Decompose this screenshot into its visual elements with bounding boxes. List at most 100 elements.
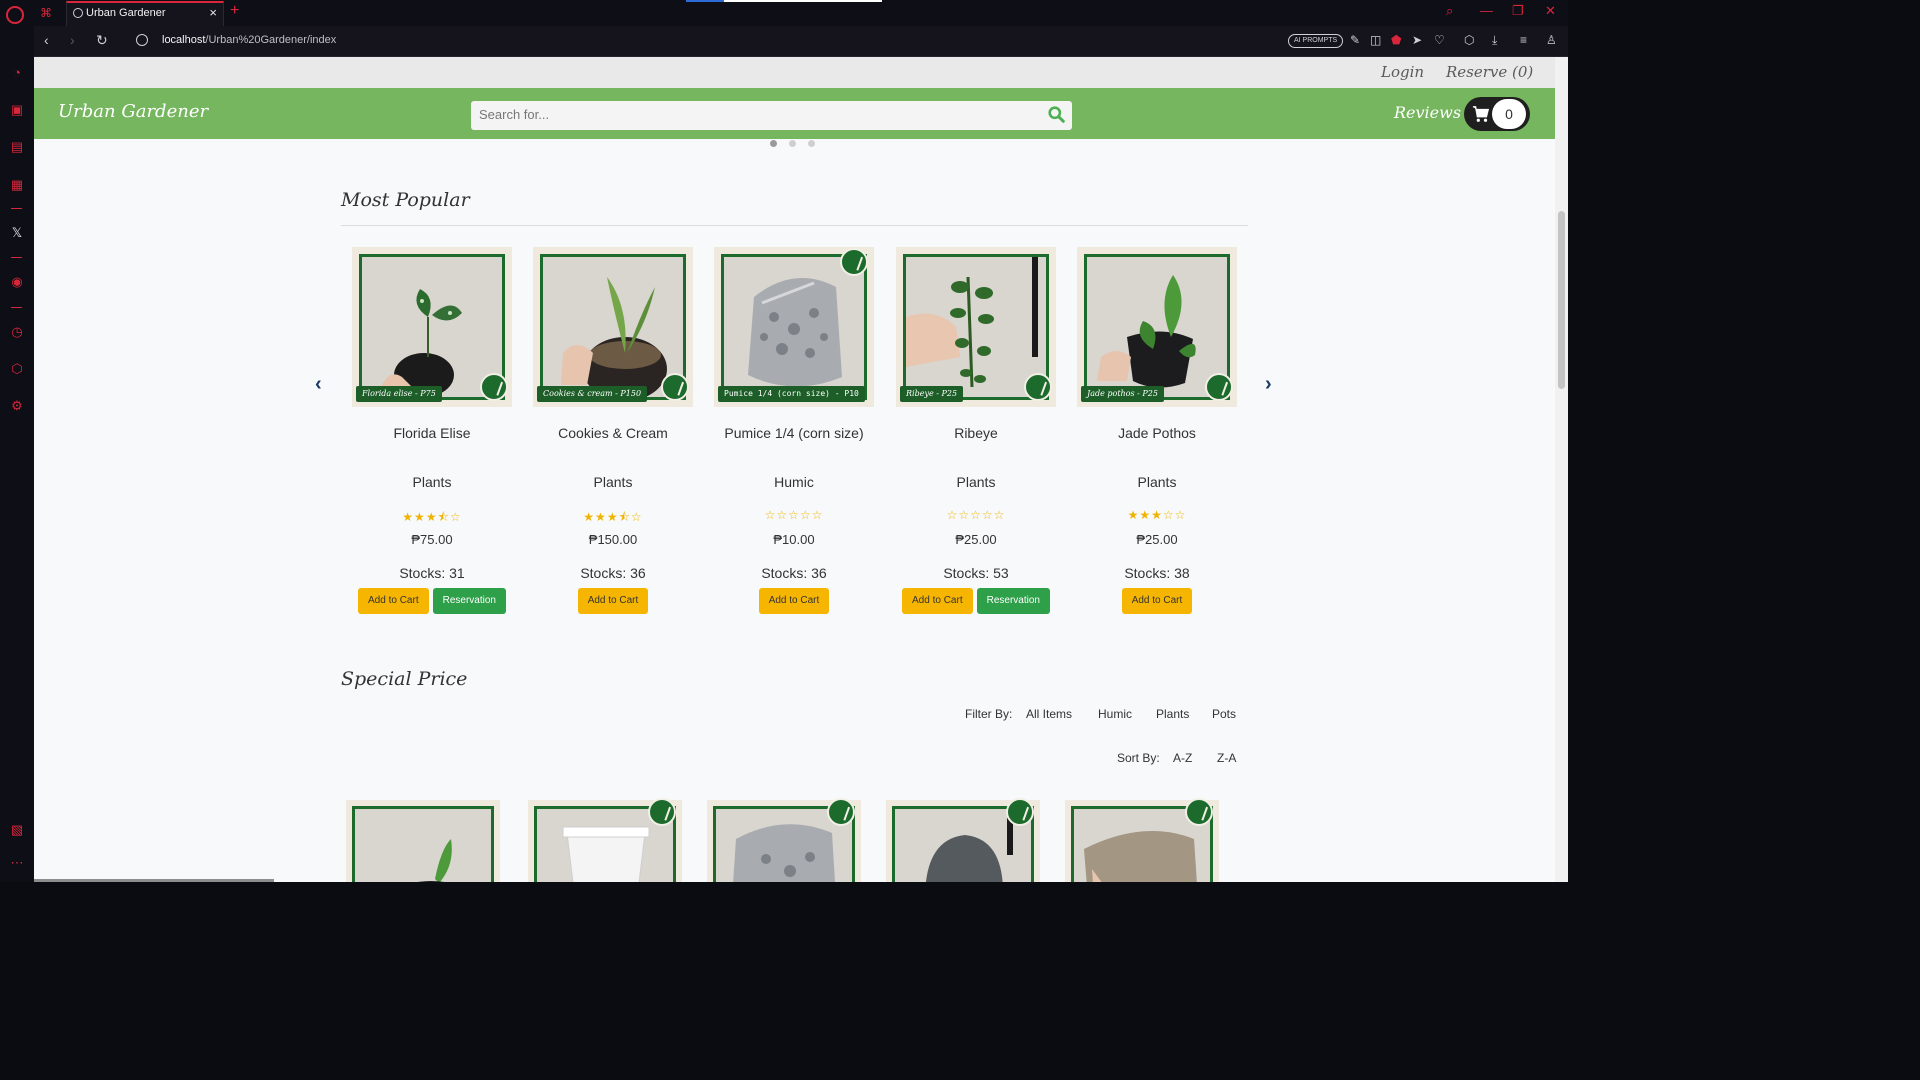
restore-icon[interactable]: ❐ xyxy=(1512,3,1524,19)
filter-plants[interactable]: Plants xyxy=(1156,707,1189,721)
product-stock: Stocks: 31 xyxy=(399,565,465,581)
product-image[interactable]: Pumice 1/4 (corn size) - P10 xyxy=(714,247,874,407)
search-input[interactable] xyxy=(479,107,1039,122)
special-product-card[interactable] xyxy=(886,798,1040,882)
bag-icon[interactable]: ▣ xyxy=(9,102,25,118)
product-card: Cookies & cream - P150 Cookies & Cream P… xyxy=(533,247,693,622)
add-to-cart-button[interactable]: Add to Cart xyxy=(577,588,649,614)
product-name[interactable]: Cookies & Cream xyxy=(513,425,713,441)
product-image[interactable]: Ribeye - P25 xyxy=(896,247,1056,407)
more-icon[interactable]: ⋯ xyxy=(9,855,25,871)
tab-close-icon[interactable]: × xyxy=(209,5,217,20)
vertical-scrollbar[interactable] xyxy=(1555,57,1568,882)
gamepad-icon[interactable]: ⌘ xyxy=(40,6,52,20)
product-image[interactable]: Cookies & cream - P150 xyxy=(533,247,693,407)
brand-badge-icon xyxy=(480,373,508,401)
add-to-cart-button[interactable]: Add to Cart xyxy=(758,588,830,614)
reload-icon[interactable]: ↻ xyxy=(96,32,108,49)
page-loading-bar xyxy=(686,0,882,2)
plant-photo-icon xyxy=(417,839,452,882)
settings-gear-icon[interactable]: ⚙ xyxy=(9,398,25,414)
edit-icon[interactable]: ✎ xyxy=(1350,33,1360,47)
special-product-card[interactable] xyxy=(528,798,682,882)
reviews-link[interactable]: Reviews xyxy=(1394,103,1461,122)
web-page: Login Reserve (0) Urban Gardener Reviews… xyxy=(34,57,1555,882)
sort-a-z[interactable]: A-Z xyxy=(1173,751,1192,765)
menu-icon[interactable]: ≡ xyxy=(1520,33,1527,47)
product-actions: Add to Cart Reservation xyxy=(342,588,522,614)
scrollbar-thumb[interactable] xyxy=(1558,211,1565,389)
plant-photo-icon xyxy=(382,289,462,397)
add-to-cart-button[interactable]: Add to Cart xyxy=(1121,588,1193,614)
browser-tab[interactable]: Urban Gardener × xyxy=(66,1,224,26)
add-to-cart-button[interactable]: Add to Cart xyxy=(902,588,973,614)
reservation-button[interactable]: Reservation xyxy=(976,588,1050,614)
new-tab-icon[interactable]: + xyxy=(230,2,239,20)
download-icon[interactable]: ⤓ xyxy=(1492,33,1497,48)
camera-icon[interactable]: ◫ xyxy=(1370,33,1381,47)
product-image-label: Ribeye - P25 xyxy=(900,386,964,402)
plant-photo-icon xyxy=(1097,275,1196,388)
filter-humic[interactable]: Humic xyxy=(1098,707,1132,721)
site-navbar: Urban Gardener Reviews 0 xyxy=(34,88,1555,139)
carousel-dot[interactable] xyxy=(808,140,815,147)
special-product-card[interactable] xyxy=(707,798,861,882)
ai-prompts-button[interactable]: AI PROMPTS xyxy=(1288,34,1344,48)
player-icon[interactable]: ◉ xyxy=(9,274,25,290)
calendar-icon[interactable]: ▦ xyxy=(9,177,25,193)
reservation-button[interactable]: Reservation xyxy=(432,588,506,614)
product-stock: Stocks: 38 xyxy=(1124,565,1190,581)
special-product-card[interactable] xyxy=(1065,798,1219,882)
x-icon[interactable]: 𝕏 xyxy=(9,225,25,241)
cube-icon[interactable]: ⬡ xyxy=(1464,33,1474,47)
sort-z-a[interactable]: Z-A xyxy=(1217,751,1236,765)
send-icon[interactable]: ➤ xyxy=(1412,33,1422,47)
product-image[interactable]: Jade pothos - P25 xyxy=(1077,247,1237,407)
special-price-title: Special Price xyxy=(341,668,468,690)
close-window-icon[interactable]: ✕ xyxy=(1545,3,1556,19)
search-icon[interactable] xyxy=(1048,106,1065,123)
sidebar-separator xyxy=(11,257,22,258)
history-icon[interactable]: ◷ xyxy=(9,324,25,340)
pumice-bag-photo-icon xyxy=(748,278,842,387)
horizontal-scroll-indicator xyxy=(34,879,274,882)
url-field[interactable]: localhost/Urban%20Gardener/index xyxy=(162,34,336,46)
brand-logo[interactable]: Urban Gardener xyxy=(58,101,208,122)
product-category: Plants xyxy=(593,474,633,490)
product-name[interactable]: Jade Pothos xyxy=(1057,425,1257,441)
carousel-prev-icon[interactable]: ‹ xyxy=(315,373,322,396)
section-divider xyxy=(341,225,1248,226)
heart-icon[interactable]: ♡ xyxy=(1434,33,1445,47)
cart-button[interactable]: 0 xyxy=(1464,97,1530,131)
product-card: Pumice 1/4 (corn size) - P10 Pumice 1/4 … xyxy=(714,247,874,622)
carousel-dot[interactable] xyxy=(770,140,777,147)
filter-pots[interactable]: Pots xyxy=(1212,707,1236,721)
product-price: ₱25.00 xyxy=(1136,532,1178,547)
carousel-next-icon[interactable]: › xyxy=(1265,373,1272,396)
gallery-icon[interactable]: ▧ xyxy=(9,822,25,838)
filter-all-items[interactable]: All Items xyxy=(1026,707,1072,721)
product-actions: Add to Cart xyxy=(704,588,884,614)
rating-stars: ★★★⯪☆ xyxy=(583,510,643,524)
search-bar xyxy=(471,101,1072,130)
search-tabs-icon[interactable]: ⌕ xyxy=(1446,3,1453,19)
product-name[interactable]: Florida Elise xyxy=(332,425,532,441)
forward-icon[interactable]: › xyxy=(70,32,75,48)
product-name[interactable]: Pumice 1/4 (corn size) xyxy=(694,425,894,441)
site-info-icon[interactable] xyxy=(136,34,148,46)
product-image[interactable]: Florida elise - P75 xyxy=(352,247,512,407)
login-link[interactable]: Login xyxy=(1381,63,1424,81)
back-icon[interactable]: ‹ xyxy=(44,32,49,48)
adblock-shield-icon[interactable]: ⬟ xyxy=(1391,33,1401,47)
profile-icon[interactable]: ♙ xyxy=(1546,33,1557,47)
speed-dial-icon[interactable]: ◔ xyxy=(9,65,25,81)
reserve-link[interactable]: Reserve (0) xyxy=(1446,63,1533,81)
twitch-icon[interactable]: ▤ xyxy=(9,139,25,155)
minimize-icon[interactable]: — xyxy=(1480,3,1493,18)
product-name[interactable]: Ribeye xyxy=(876,425,1076,441)
opera-logo-icon[interactable] xyxy=(6,6,24,24)
carousel-dot[interactable] xyxy=(789,140,796,147)
extensions-cube-icon[interactable]: ⬡ xyxy=(9,361,25,377)
special-product-card[interactable] xyxy=(346,800,500,882)
add-to-cart-button[interactable]: Add to Cart xyxy=(358,588,429,614)
